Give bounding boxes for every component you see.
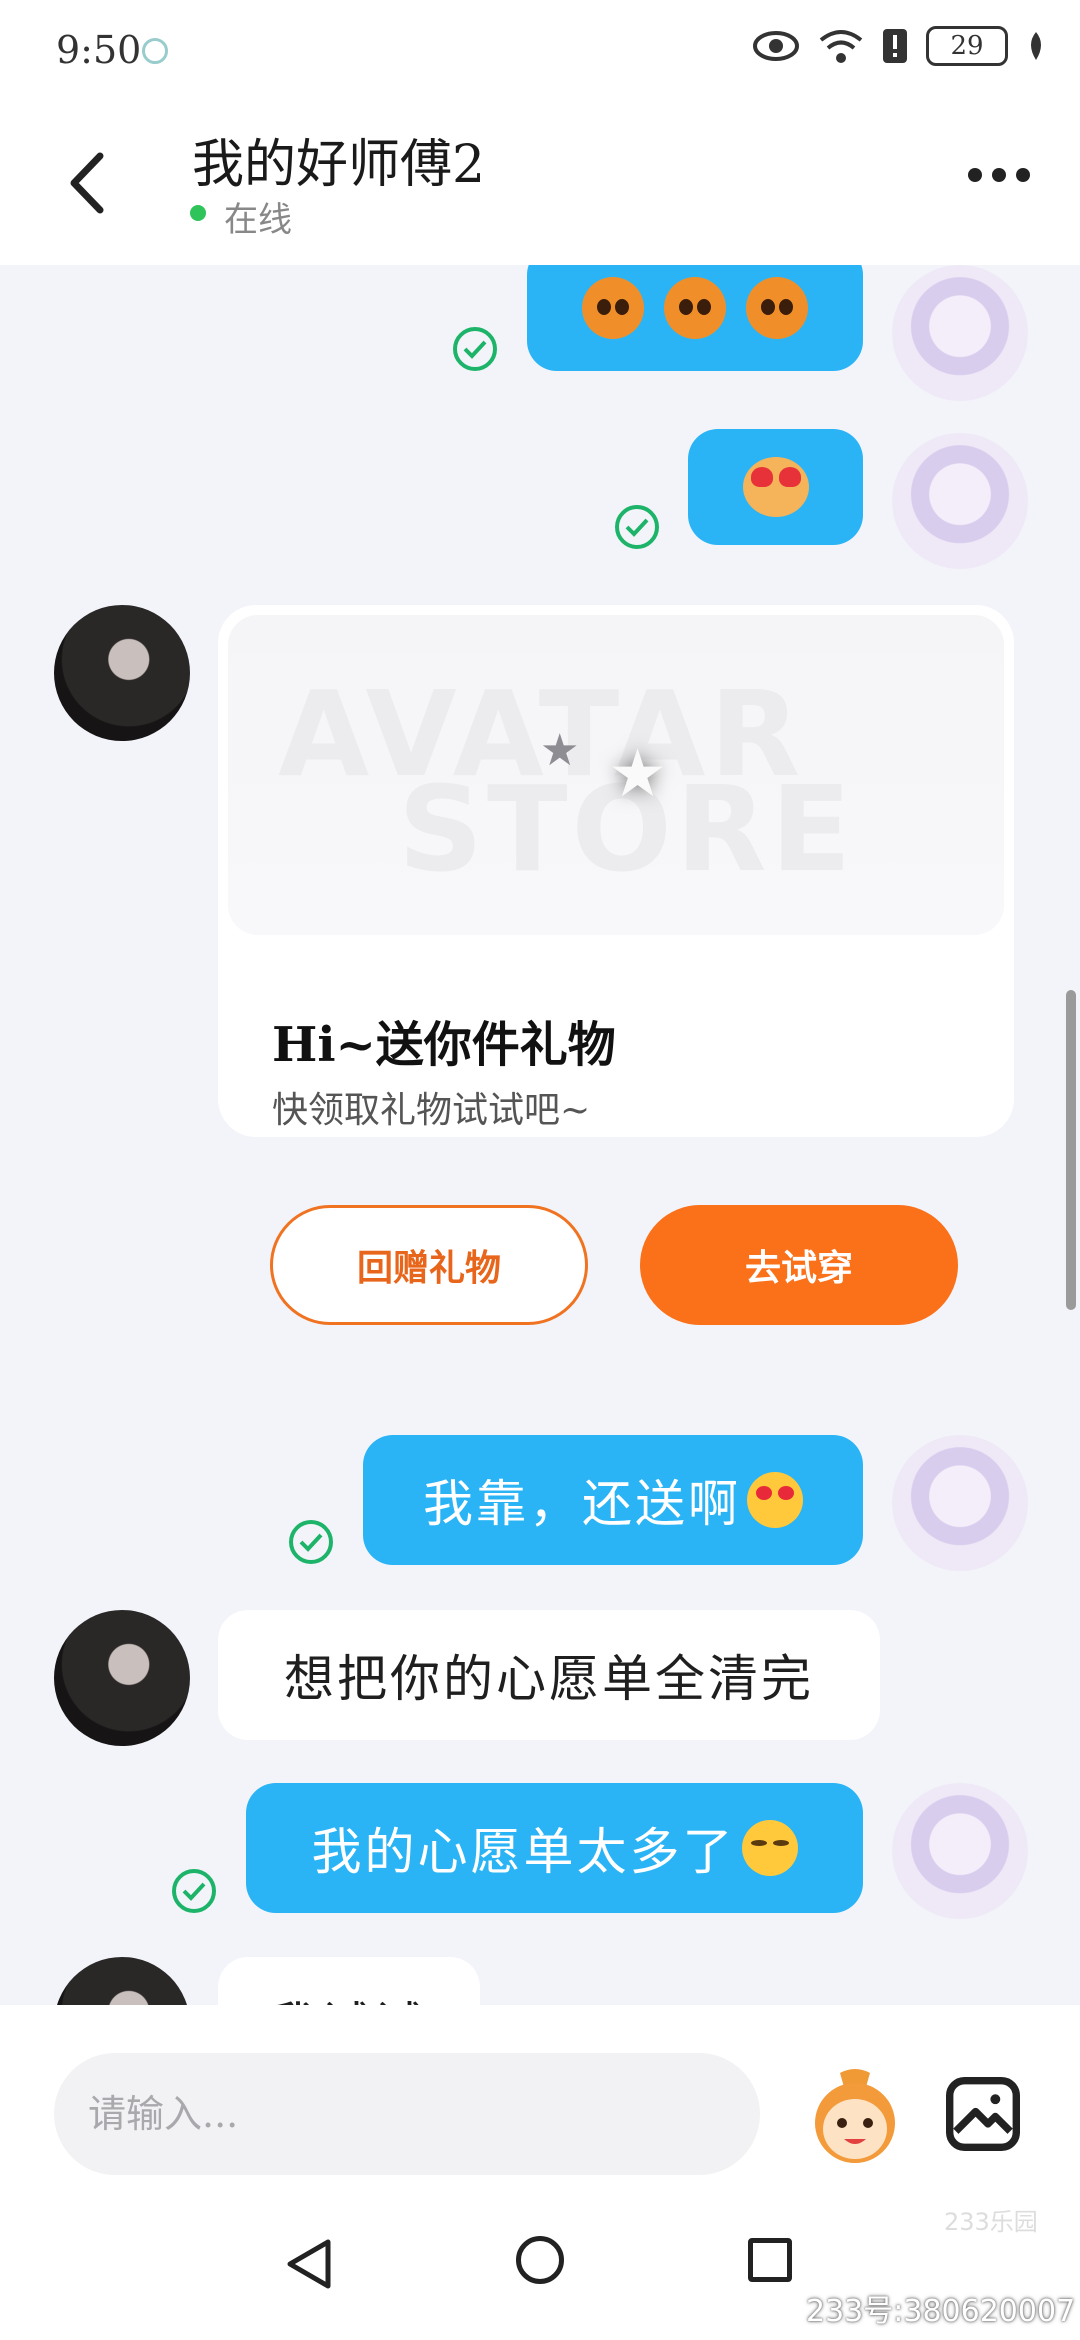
message-text: 我试试 [268, 1986, 427, 2005]
online-status-dot [190, 205, 206, 221]
gift-card[interactable]: AVATAR STORE ★ ★ Hi~送你件礼物 快领取礼物试试吧~ [218, 605, 1014, 1137]
message-bubble-received[interactable]: 想把你的心愿单全清完 [218, 1610, 880, 1740]
message-text: 我靠，还送啊 [423, 1475, 741, 1533]
message-text: 我的心愿单太多了 [311, 1823, 736, 1881]
my-avatar[interactable] [892, 265, 1028, 401]
status-bar: 9:50 29 [0, 0, 1080, 100]
read-check-icon [453, 327, 497, 371]
nav-back-icon[interactable] [284, 2238, 334, 2290]
heart-eyes-sticker-icon [742, 457, 809, 517]
emoji-sticker-icon[interactable] [800, 2067, 910, 2167]
gift-banner-image: AVATAR STORE ★ ★ [228, 615, 1004, 935]
message-text: 想把你的心愿单全清完 [284, 1650, 814, 1708]
nav-home-icon[interactable] [516, 2236, 564, 2284]
contact-avatar[interactable] [54, 1957, 190, 2005]
heart-eyes-emoji-icon [747, 1472, 803, 1528]
return-gift-button[interactable]: 回赠礼物 [270, 1205, 588, 1325]
more-options-icon[interactable] [968, 168, 1030, 182]
image-picker-icon[interactable] [946, 2077, 1020, 2151]
chat-title: 我的好师傅2 [192, 135, 486, 195]
back-icon[interactable] [60, 148, 120, 218]
battery-icon: 29 [926, 26, 1008, 66]
scrollbar[interactable] [1066, 990, 1076, 1310]
read-check-icon [289, 1520, 333, 1564]
sticker-icon [582, 277, 644, 339]
watermark-text: 233号:380620007 [806, 2294, 1076, 2329]
my-avatar[interactable] [892, 1783, 1028, 1919]
alert-icon [883, 29, 907, 63]
message-input[interactable] [54, 2053, 760, 2175]
eye-icon [753, 31, 799, 61]
message-bubble-sent[interactable] [527, 265, 863, 371]
message-bubble-sent[interactable]: 我靠，还送啊 [363, 1435, 863, 1565]
read-check-icon [615, 505, 659, 549]
message-bubble-received[interactable]: 我试试 [218, 1957, 480, 2005]
wifi-icon [819, 30, 863, 63]
message-bubble-sent[interactable]: 我的心愿单太多了 [246, 1783, 863, 1913]
contact-avatar[interactable] [54, 605, 190, 741]
leaf-icon [1031, 32, 1041, 60]
watermark-logo: 233乐园 [944, 2208, 1038, 2236]
my-avatar[interactable] [892, 1435, 1028, 1571]
gift-title: Hi~送你件礼物 [272, 1017, 616, 1073]
read-check-icon [172, 1869, 216, 1913]
my-avatar[interactable] [892, 433, 1028, 569]
nav-recent-apps-icon[interactable] [748, 2238, 792, 2282]
notification-icon [142, 38, 168, 64]
input-bar [0, 2005, 1080, 2180]
sticker-icon [746, 277, 808, 339]
chat-header: 我的好师傅2 在线 [0, 100, 1080, 265]
message-bubble-sent[interactable] [688, 429, 863, 545]
star-icon: ★ [540, 725, 580, 776]
status-icons: 29 [752, 26, 1046, 66]
star-icon: ★ [608, 735, 668, 812]
laughing-emoji-icon [741, 1820, 798, 1876]
contact-avatar[interactable] [54, 1610, 190, 1746]
online-status-text: 在线 [224, 200, 292, 240]
gift-subtitle: 快领取礼物试试吧~ [272, 1090, 591, 1131]
system-nav-bar: 233乐园 233号:380620007 [0, 2180, 1080, 2340]
status-time: 9:50 [56, 28, 142, 72]
sticker-icon [664, 277, 726, 339]
try-on-button[interactable]: 去试穿 [640, 1205, 958, 1325]
chat-message-list[interactable]: AVATAR STORE ★ ★ Hi~送你件礼物 快领取礼物试试吧~ 回赠礼物… [0, 265, 1080, 2005]
